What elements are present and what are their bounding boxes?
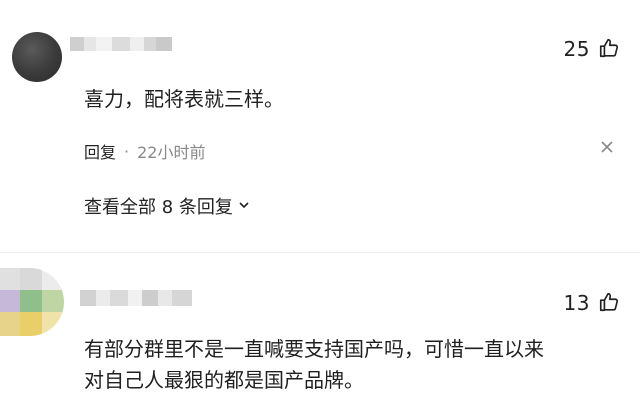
username-blurred[interactable] bbox=[70, 37, 172, 51]
view-all-replies-button[interactable]: 查看全部 8 条回复 bbox=[84, 193, 251, 219]
avatar[interactable] bbox=[0, 268, 64, 336]
thumbs-up-icon[interactable] bbox=[598, 37, 620, 63]
close-icon[interactable] bbox=[600, 138, 614, 159]
comment-meta: 回复 · 22小时前 bbox=[84, 139, 205, 163]
comment-text: 喜力，配将表就三样。 bbox=[84, 87, 284, 111]
chevron-down-icon bbox=[237, 196, 251, 217]
timestamp: 22小时前 bbox=[137, 143, 206, 162]
comment-text: 对自己人最狠的都是国产品牌。 bbox=[84, 368, 364, 392]
divider bbox=[0, 252, 640, 253]
thumbs-up-icon[interactable] bbox=[598, 291, 620, 317]
avatar[interactable] bbox=[12, 32, 62, 82]
comment-text: 有部分群里不是一直喊要支持国产吗，可惜一直以来 bbox=[84, 337, 544, 361]
meta-separator: · bbox=[124, 141, 130, 161]
reply-button[interactable]: 回复 bbox=[84, 139, 116, 163]
like-count: 25 bbox=[563, 37, 590, 61]
like-count: 13 bbox=[563, 291, 590, 315]
username-blurred[interactable] bbox=[80, 290, 192, 306]
view-all-replies-label: 查看全部 8 条回复 bbox=[84, 197, 233, 218]
